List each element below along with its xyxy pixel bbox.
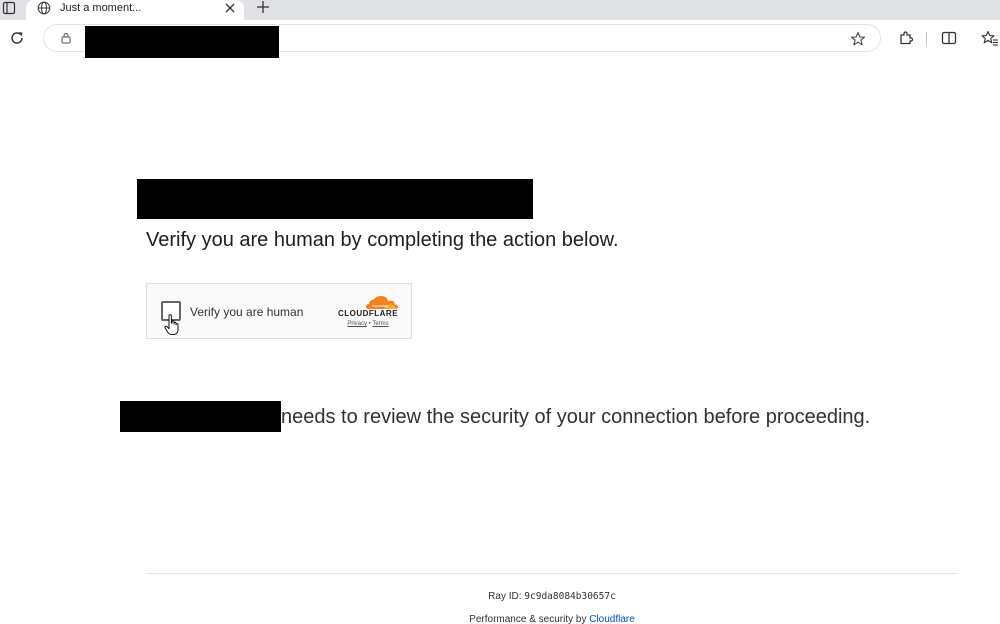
performance-credit: Performance & security by Cloudflare — [146, 614, 958, 624]
ray-id-value: 9c9da8084b30657c — [524, 591, 616, 602]
security-message: needs to review the security of your con… — [281, 406, 871, 428]
toolbar — [0, 20, 1000, 58]
domain-redacted — [120, 401, 281, 432]
turnstile-widget: Verify you are human CLOUDFLARE Privacy … — [146, 283, 412, 339]
site-name-redacted — [137, 179, 533, 219]
verify-label: Verify you are human — [190, 305, 304, 319]
url-redacted — [85, 26, 279, 58]
performance-prefix: Performance & security by — [469, 614, 587, 624]
widget-links: Privacy • Terms — [334, 321, 402, 327]
tab-title: Just a moment... — [60, 2, 142, 14]
link-separator: • — [368, 321, 371, 327]
tab-strip: Just a moment... — [0, 0, 1000, 20]
hand-cursor-icon — [164, 314, 179, 335]
new-tab-icon[interactable] — [256, 0, 270, 14]
lock-icon[interactable] — [60, 32, 72, 44]
browser-window: Just a moment... Verify you are human by… — [0, 0, 1000, 624]
terms-link[interactable]: Terms — [372, 321, 388, 327]
reload-icon[interactable] — [9, 30, 25, 46]
star-icon[interactable] — [850, 31, 866, 47]
tab-active[interactable]: Just a moment... — [26, 0, 244, 20]
ray-id: Ray ID: 9c9da8084b30657c — [146, 591, 958, 602]
favorites-icon[interactable] — [981, 30, 999, 46]
privacy-link[interactable]: Privacy — [347, 321, 367, 327]
sidebar-toggle-icon[interactable] — [2, 1, 16, 15]
cloudflare-wordmark: CLOUDFLARE — [337, 309, 399, 318]
page-heading: Verify you are human by completing the a… — [146, 229, 619, 251]
footer-divider — [146, 573, 958, 574]
extensions-icon[interactable] — [898, 30, 914, 46]
ray-id-label: Ray ID: — [488, 591, 522, 602]
globe-icon — [37, 1, 51, 15]
toolbar-separator — [926, 32, 927, 46]
split-screen-icon[interactable] — [941, 30, 957, 46]
cloudflare-link[interactable]: Cloudflare — [589, 614, 635, 624]
address-bar[interactable] — [43, 24, 881, 58]
close-icon[interactable] — [225, 3, 235, 13]
